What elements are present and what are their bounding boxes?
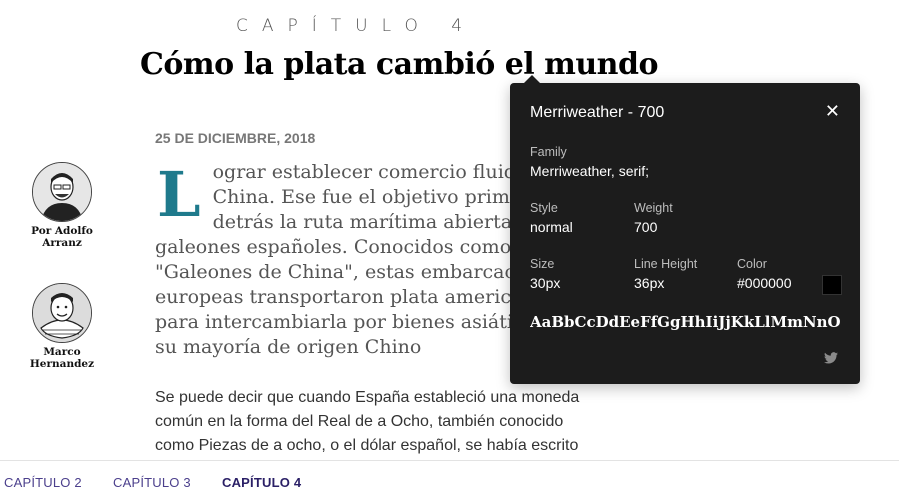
- chapter-nav: CAPÍTULO 2 CAPÍTULO 3 CAPÍTULO 4: [0, 460, 899, 493]
- chapter-kicker: CAPÍTULO 4: [236, 16, 477, 36]
- page: CAPÍTULO 4 Cómo la plata cambió el mundo…: [0, 0, 899, 493]
- line-height-value: 36px: [634, 275, 665, 291]
- author-name: Marco Hernandez: [29, 346, 95, 370]
- author-avatar: [32, 283, 92, 343]
- author-avatar: [32, 162, 92, 222]
- author-marco[interactable]: Marco Hernandez: [12, 283, 112, 370]
- nav-chapter-2[interactable]: CAPÍTULO 2: [4, 475, 82, 490]
- twitter-icon-svg: [824, 352, 838, 364]
- style-label: Style: [530, 201, 558, 215]
- font-inspector-popup: Merriweather - 700 ✕ Family Merriweather…: [510, 75, 860, 384]
- drop-cap: L: [157, 158, 201, 231]
- close-icon[interactable]: ✕: [825, 102, 840, 120]
- chapter-title: Cómo la plata cambió el mundo: [140, 47, 658, 82]
- author-portrait-icon: [33, 284, 91, 342]
- weight-value: 700: [634, 219, 658, 235]
- size-label: Size: [530, 257, 555, 271]
- author-adolfo[interactable]: Por Adolfo Arranz: [12, 162, 112, 249]
- twitter-icon[interactable]: [824, 352, 840, 366]
- line-height-label: Line Height: [634, 257, 698, 271]
- nav-chapter-4[interactable]: CAPÍTULO 4: [222, 475, 301, 490]
- article-date: 25 DE DICIEMBRE, 2018: [155, 130, 316, 146]
- font-sample: AaBbCcDdEeFfGgHhIiJjKkLlMmNnOoPpQqRrSsTt…: [530, 313, 840, 331]
- author-name: Por Adolfo Arranz: [31, 225, 93, 249]
- font-popup-title: Merriweather - 700: [530, 104, 665, 121]
- family-label: Family: [530, 145, 567, 159]
- color-swatch: [822, 275, 842, 295]
- color-value: #000000: [737, 275, 792, 291]
- size-value: 30px: [530, 275, 561, 291]
- color-label: Color: [737, 257, 767, 271]
- author-portrait-icon: [33, 163, 91, 221]
- family-value: Merriweather, serif;: [530, 163, 650, 179]
- weight-label: Weight: [634, 201, 673, 215]
- style-value: normal: [530, 219, 573, 235]
- nav-chapter-3[interactable]: CAPÍTULO 3: [113, 475, 191, 490]
